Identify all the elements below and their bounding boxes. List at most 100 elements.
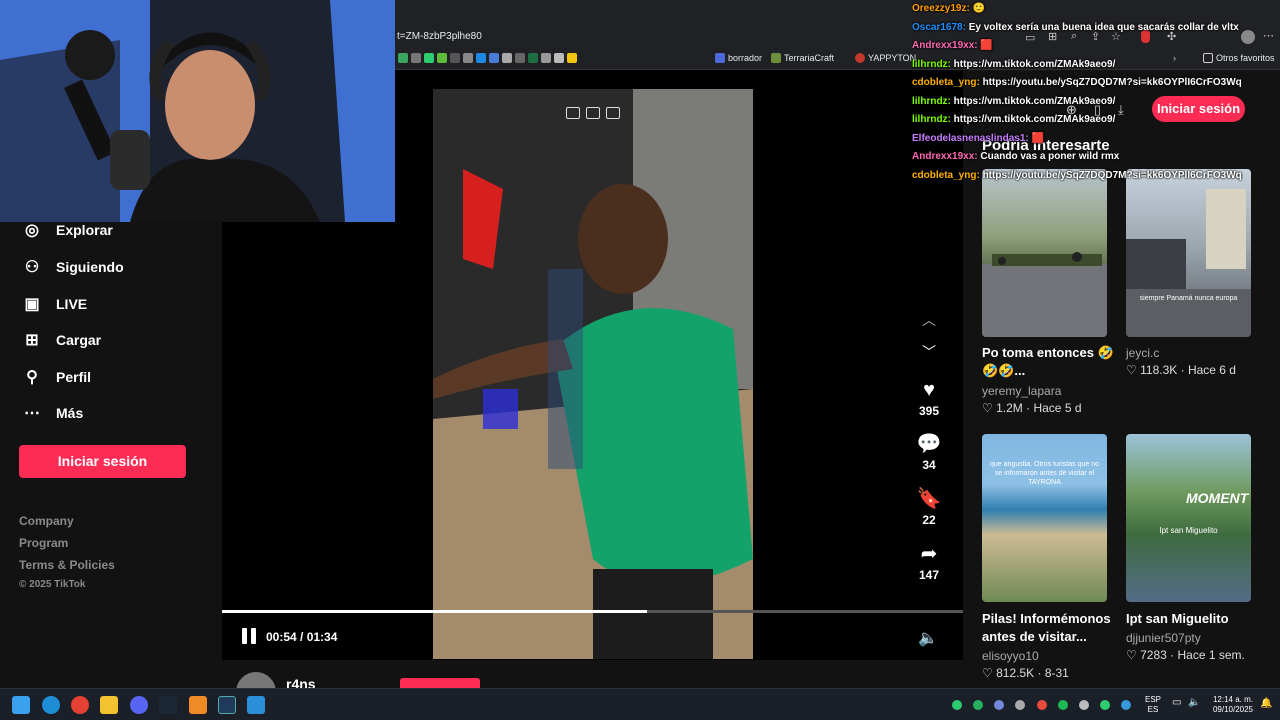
share-arrow-icon: ➦ xyxy=(920,543,938,565)
tray-icon[interactable] xyxy=(1015,700,1025,710)
notifications-icon[interactable]: 🔔 xyxy=(1260,698,1272,709)
chevron-down-icon[interactable]: ﹀ xyxy=(919,342,939,362)
network-icon[interactable]: ▭ xyxy=(1172,697,1181,708)
webcam-scene xyxy=(0,0,395,222)
tray-icon[interactable] xyxy=(1058,700,1068,710)
app-icon[interactable] xyxy=(247,696,265,714)
sidebar-item-perfil[interactable]: ⚲ Perfil xyxy=(22,366,91,388)
discord-icon[interactable] xyxy=(130,696,148,714)
chat-message: Andrexx19xx: Cuando vas a poner wild rmx xyxy=(912,148,1280,167)
thumbnail-scene-street xyxy=(1126,189,1251,337)
windows-taskbar: ESP ES ▭ 🔈 12:14 a. m. 09/10/2025 🔔 xyxy=(0,688,1280,720)
vscode-icon[interactable] xyxy=(218,696,236,714)
sidebar-item-cargar[interactable]: ⊞ Cargar xyxy=(22,329,101,351)
heart-outline-icon: ♡ xyxy=(1126,363,1137,377)
playback-time: 00:54 / 01:34 xyxy=(266,630,338,644)
rec-card-thumbnail[interactable]: siempre Panamá nunca europa xyxy=(1126,169,1251,337)
video-frame[interactable] xyxy=(433,89,753,659)
volume-icon[interactable]: 🔈 xyxy=(918,628,938,648)
rec-card-thumbnail[interactable] xyxy=(982,169,1107,337)
address-url[interactable]: t=ZM-8zbP3plhe80 xyxy=(397,31,482,42)
chat-text: Ey voltex sería una buena idea que sacar… xyxy=(968,21,1239,33)
person-follow-icon: ⚇ xyxy=(24,259,40,276)
sidebar-login-button[interactable]: Iniciar sesión xyxy=(19,445,186,478)
footer-link-terms[interactable]: Terms & Policies xyxy=(19,558,115,572)
bookmark-yappyton[interactable]: YAPPYTON xyxy=(855,53,916,63)
heart-icon: ♥ xyxy=(923,379,935,401)
rec-card-title[interactable]: Po toma entonces 🤣🤣🤣... xyxy=(982,344,1114,380)
edge-icon[interactable] xyxy=(42,696,60,714)
comment-bubble-icon: 💬 xyxy=(916,433,942,455)
chat-message: Oscar1678: Ey voltex sería una buena ide… xyxy=(912,19,1280,38)
chat-message: Elfeodelasnenaslindas1: 🟥 xyxy=(912,130,1280,149)
rec-card-stats: ♡ 118.3K · Hace 6 d xyxy=(1126,363,1236,377)
bookmark-icon: 🔖 xyxy=(916,488,942,510)
tray-icon[interactable] xyxy=(1100,700,1110,710)
chat-username: Andrexx19xx: xyxy=(912,151,978,162)
rec-card-title[interactable]: Ipt san Miguelito xyxy=(1126,610,1258,628)
steam-icon[interactable] xyxy=(159,696,177,714)
thumbnail-overlay-text: siempre Panamá nunca europa xyxy=(1139,295,1238,302)
footer-link-program[interactable]: Program xyxy=(19,536,68,550)
chat-username: Elfeodelasnenaslindas1: xyxy=(912,132,1029,144)
author-row: r4ns xyxy=(222,660,963,712)
chat-message: cdobleta_yng: https://youtu.be/ySqZ7DQD7… xyxy=(912,74,1280,93)
sidebar-item-siguiendo[interactable]: ⚇ Siguiendo xyxy=(22,256,124,278)
tray-icon[interactable] xyxy=(1079,700,1089,710)
rec-card-thumbnail[interactable]: MOMENT Ipt san Miguelito xyxy=(1126,434,1251,602)
pause-icon[interactable] xyxy=(242,628,258,646)
copyright: © 2025 TikTok xyxy=(19,579,86,590)
rec-card-title[interactable]: Pilas! Informémonos antes de visitar... xyxy=(982,610,1114,646)
rec-card-user[interactable]: elisoyyo10 xyxy=(982,649,1039,663)
windows-start-icon[interactable] xyxy=(12,696,30,714)
sidebar-item-mas[interactable]: ⋯ Más xyxy=(22,402,83,424)
chat-text: https://vm.tiktok.com/ZMAk9aeo9/ xyxy=(953,114,1116,125)
chat-message: cdobleta_yng: https://youtu.be/ySqZ7DQD7… xyxy=(912,167,1280,186)
rec-card-user[interactable]: yeremy_lapara xyxy=(982,384,1061,398)
tray-icon[interactable] xyxy=(973,700,983,710)
like-count: 395 xyxy=(918,404,940,418)
save-action[interactable]: 🔖 22 xyxy=(905,487,953,527)
heart-outline-icon: ♡ xyxy=(1126,648,1137,662)
stream-chat-overlay: Oreezzy19z: 🙂 Oscar1678: Ey voltex sería… xyxy=(912,0,1280,181)
video-miniplayer-icon[interactable] xyxy=(566,107,580,119)
tray-icon[interactable] xyxy=(994,700,1004,710)
system-clock[interactable]: 12:14 a. m. 09/10/2025 xyxy=(1205,695,1253,715)
sidebar-item-live[interactable]: ▣ LIVE xyxy=(22,293,87,315)
sidebar-item-explorar[interactable]: ◎ Explorar xyxy=(22,219,113,241)
like-action[interactable]: ♥ 395 xyxy=(905,378,953,418)
heart-outline-icon: ♡ xyxy=(982,666,993,680)
file-explorer-icon[interactable] xyxy=(100,696,118,714)
thumbnail-moment-text: MOMENT xyxy=(1186,490,1249,506)
bookmark-terrariacraft[interactable]: TerrariaCraft xyxy=(771,53,834,63)
rec-card-stats: ♡ 7283 · Hace 1 sem. xyxy=(1126,648,1245,662)
comment-action[interactable]: 💬 34 xyxy=(905,432,953,472)
chrome-icon[interactable] xyxy=(71,696,89,714)
share-action[interactable]: ➦ 147 xyxy=(905,542,953,582)
input-language[interactable]: ESP ES xyxy=(1145,695,1161,715)
speaker-icon[interactable]: 🔈 xyxy=(1188,697,1200,708)
tray-icon[interactable] xyxy=(952,700,962,710)
webcam-overlay xyxy=(0,0,395,222)
chat-text: https://youtu.be/ySqZ7DQD7M?si=kk6OYPlI6… xyxy=(982,169,1242,181)
video-pip-icon[interactable] xyxy=(586,107,600,119)
tray-icon[interactable] xyxy=(1121,700,1131,710)
video-scene xyxy=(433,89,753,659)
thumbnail-overlay-text: que angustia. Otros turistas que no se i… xyxy=(990,461,1099,486)
app-icon[interactable] xyxy=(189,696,207,714)
footer-link-company[interactable]: Company xyxy=(19,514,74,528)
rec-card-thumbnail[interactable]: que angustia. Otros turistas que no se i… xyxy=(982,434,1107,602)
chat-text: https://youtu.be/ySqZ7DQD7M?si=kk6OYPlI6… xyxy=(982,77,1242,88)
rec-card-user[interactable]: djjunier507pty xyxy=(1126,631,1201,645)
video-captions-icon[interactable] xyxy=(606,107,620,119)
chat-text: Cuando vas a poner wild rmx xyxy=(980,151,1120,162)
share-count: 147 xyxy=(918,568,940,582)
rec-card-user[interactable]: jeyci.c xyxy=(1126,346,1159,360)
thumbnail-overlay-text: Ipt san Miguelito xyxy=(1159,526,1218,535)
chat-username: lilhrndz: xyxy=(912,95,951,107)
chevron-up-icon[interactable]: ︿ xyxy=(919,310,939,330)
tray-icon[interactable] xyxy=(1037,700,1047,710)
bookmark-icon-row[interactable] xyxy=(398,53,580,63)
bookmark-borrador[interactable]: borrador xyxy=(715,53,762,63)
chat-message: Oreezzy19z: 🙂 xyxy=(912,0,1280,19)
